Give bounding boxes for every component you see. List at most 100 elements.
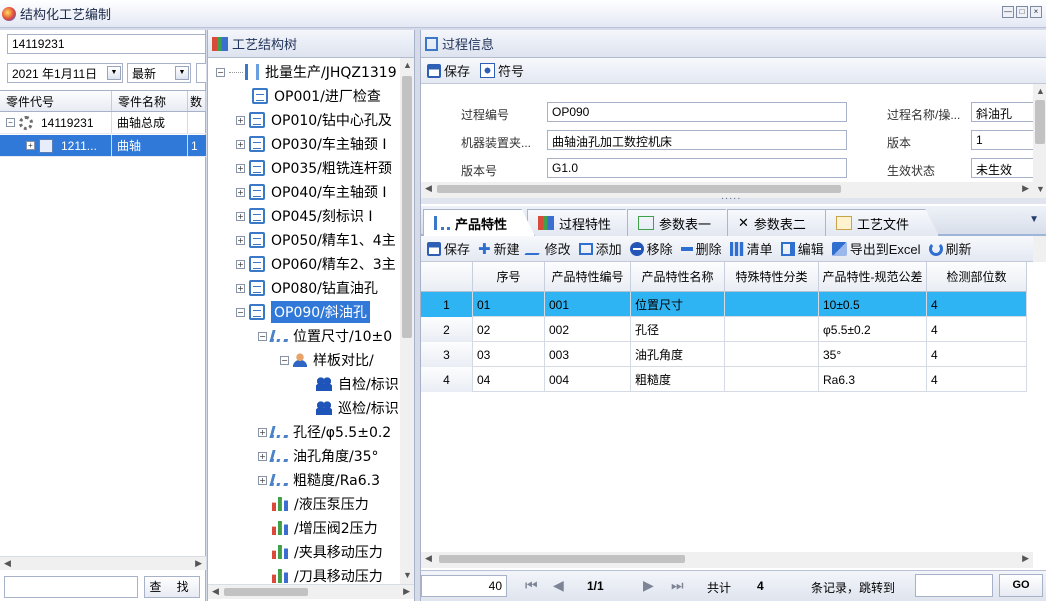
go-button[interactable]: GO [999,574,1043,597]
clear-button[interactable]: 清单 [729,239,773,258]
collapse-icon[interactable]: − [280,355,289,365]
new-button[interactable]: ✚ 新建 [478,239,520,258]
col-part-name[interactable]: 零件名称 [112,91,188,111]
date-dropdown-icon[interactable]: ▼ [107,66,121,80]
tree-node-method[interactable]: − 样板对比/ [280,348,374,372]
collapse-icon[interactable]: − [6,118,15,127]
part-row[interactable]: − 14119231 曲轴总成 [0,112,206,134]
version-no-field[interactable]: G1.0 [547,158,847,178]
table-row[interactable]: 4 04 004 粗糙度 Ra6.3 4 [421,367,1027,392]
tree-hscroll-thumb[interactable] [224,588,308,596]
expand-icon[interactable]: + [258,475,267,485]
scroll-right-icon[interactable]: ▶ [195,558,202,569]
part-list-hscrollbar[interactable]: ◀ ▶ [0,556,206,570]
date-picker[interactable]: 2021 年1月11日 ▼ [7,63,123,83]
maximize-button[interactable]: □ [1016,6,1028,18]
tab-param-table-1[interactable]: 参数表一 [627,209,739,236]
part-row-selected[interactable]: +1211... 曲轴 1 [0,135,206,157]
collapse-icon[interactable]: − [216,67,225,77]
tree-node-check[interactable]: 巡检/标识 [316,396,399,420]
tree-node-characteristic[interactable]: + 孔径/φ5.5±0.2 [258,420,391,444]
scroll-down-icon[interactable]: ▼ [403,570,412,580]
tree-node-param[interactable]: /夹具移动压力 [272,540,383,564]
process-name-field[interactable]: 斜油孔 [971,102,1033,122]
col-seq[interactable]: 序号 [473,262,545,292]
next-page-icon[interactable]: ▶ [643,577,654,594]
expand-icon[interactable]: + [258,427,267,437]
edit-button[interactable]: 编辑 [780,239,824,258]
table-row[interactable]: 3 03 003 油孔角度 35° 4 [421,342,1027,367]
last-page-icon[interactable]: ⏭ [671,577,684,594]
tree-vscroll-thumb[interactable] [402,76,412,338]
tree-node-op[interactable]: + OP035/粗铣连杆颈 [236,156,392,180]
status-field[interactable]: 未生效 [971,158,1033,178]
tree-node-op-selected[interactable]: − OP090/斜油孔 [236,300,370,324]
col-qty[interactable]: 数 [188,91,206,111]
expand-icon[interactable]: + [236,235,245,245]
modify-button[interactable]: 修改 [524,239,571,258]
table-row-selected[interactable]: 1 01 001 位置尺寸 10±0.5 4 [421,292,1027,317]
table-row[interactable]: 2 02 002 孔径 φ5.5±0.2 4 [421,317,1027,342]
prev-page-icon[interactable]: ◀ [553,577,564,594]
tree-node-op[interactable]: + OP040/车主轴颈 I [236,180,386,204]
page-size-field[interactable]: 40 [421,575,507,597]
tab-process-files[interactable]: 工艺文件 [825,209,939,236]
scroll-right-icon[interactable]: ▶ [1022,183,1029,194]
scroll-left-icon[interactable]: ◀ [425,183,432,194]
tree-node-characteristic[interactable]: + 油孔角度/35° [258,444,379,468]
tab-menu-icon[interactable]: ▼ [1029,214,1039,225]
col-spec-tolerance[interactable]: 产品特性-规范公差 [819,262,927,292]
collapse-icon[interactable]: − [236,307,245,317]
first-page-icon[interactable]: ⏮ [525,577,538,594]
tree-hscrollbar[interactable]: ◀ ▶ [208,584,414,599]
expand-icon[interactable]: + [236,163,245,173]
tree-node-characteristic[interactable]: − 位置尺寸/10±0 [258,324,392,348]
tab-process-characteristics[interactable]: 过程特性 [527,209,639,236]
expand-icon[interactable]: + [26,141,35,150]
info-save-button[interactable]: 保存 [427,61,470,80]
jump-page-input[interactable] [915,574,993,597]
expand-icon[interactable]: + [236,187,245,197]
bottom-search-input[interactable] [4,576,138,598]
col-char-code[interactable]: 产品特性编号 [545,262,631,292]
tree-node-param[interactable]: /刀具移动压力 [272,564,383,584]
grid-hscrollbar[interactable]: ◀ ▶ [421,552,1033,568]
tree-node-root[interactable]: − 批量生产/JHQZ1319 [216,60,397,84]
grid-save-button[interactable]: 保存 [427,239,470,258]
tree-node-param[interactable]: /液压泵压力 [272,492,369,516]
expand-icon[interactable]: + [258,451,267,461]
col-char-name[interactable]: 产品特性名称 [631,262,725,292]
tree-vscrollbar[interactable]: ▲ ▼ [400,58,414,584]
export-excel-button[interactable]: 导出到Excel [831,239,921,258]
delete-button[interactable]: 删除 [680,239,722,258]
scroll-down-icon[interactable]: ▼ [1036,184,1045,194]
scroll-right-icon[interactable]: ▶ [1022,553,1029,564]
scroll-up-icon[interactable]: ▲ [1036,86,1045,96]
expand-icon[interactable]: + [236,259,245,269]
tree-node-op[interactable]: + OP010/钻中心孔及 [236,108,392,132]
remove-button[interactable]: 移除 [629,239,673,258]
machine-field[interactable]: 曲轴油孔加工数控机床 [547,130,847,150]
find-button[interactable]: 查 找 [144,576,200,598]
version-select[interactable]: 最新 ▼ [127,63,191,83]
tree-node-op[interactable]: + OP050/精车1、4主 [236,228,396,252]
symbol-button[interactable]: 符号 [480,61,524,80]
expand-icon[interactable]: + [236,115,245,125]
extra-select[interactable] [196,63,206,83]
tree-node-check[interactable]: 自检/标识 [316,372,399,396]
info-hscroll-thumb[interactable] [437,185,841,193]
panel-splitter[interactable] [421,190,1046,204]
collapse-icon[interactable]: − [258,331,267,341]
col-part-code[interactable]: 零件代号 [0,91,112,111]
version-dropdown-icon[interactable]: ▼ [175,66,189,80]
scroll-right-icon[interactable]: ▶ [403,586,410,597]
tree-node-op[interactable]: + OP080/钻直油孔 [236,276,378,300]
tab-param-table-2[interactable]: ✕ 参数表二 [727,209,839,236]
info-vscroll-thumb[interactable] [1035,100,1045,144]
col-special-class[interactable]: 特殊特性分类 [725,262,819,292]
tree-node-op[interactable]: + OP030/车主轴颈 I [236,132,386,156]
version-field[interactable]: 1 [971,130,1033,150]
tree-node-op[interactable]: OP001/进厂检查 [252,84,381,108]
expand-icon[interactable]: + [236,283,245,293]
grid-hscroll-thumb[interactable] [439,555,685,563]
